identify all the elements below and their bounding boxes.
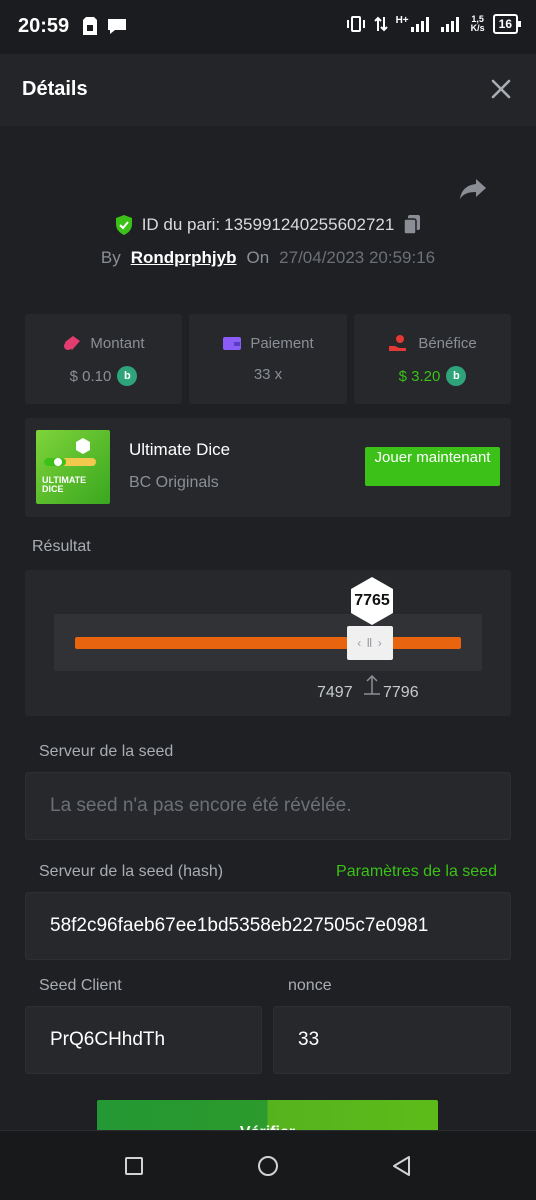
client-seed-label: Seed Client	[39, 977, 122, 994]
game-name: Ultimate Dice	[129, 440, 231, 459]
wallet-icon	[223, 337, 242, 350]
currency-coin-icon: b	[117, 366, 138, 386]
stat-label-profit: Bénéfice	[418, 334, 477, 352]
vibrate-icon	[346, 16, 365, 32]
verified-shield-icon	[115, 215, 132, 235]
network-type: H+	[395, 14, 409, 26]
bet-datetime: 27/04/2023 20:59:16	[279, 248, 436, 267]
game-thumb-text: ULTIMATE DICE	[42, 475, 87, 494]
money-bag-icon	[64, 336, 81, 350]
by-label: By	[100, 248, 121, 267]
client-seed-value: PrQ6CHhdTh	[50, 1029, 166, 1050]
details-header: Détails	[0, 54, 536, 126]
stat-value-payout: 33 x	[253, 366, 283, 383]
client-seed-field[interactable]: PrQ6CHhdTh	[25, 1006, 262, 1074]
server-seed-hash-label: Serveur de la seed (hash)	[39, 863, 224, 880]
close-icon[interactable]	[488, 76, 514, 102]
range-high: 7796	[383, 684, 419, 701]
server-seed-field[interactable]: La seed n'a pas encore été révélée.	[25, 772, 511, 840]
signal-bars-icon	[410, 17, 429, 32]
system-navigation-bar	[0, 1130, 536, 1200]
home-icon[interactable]	[255, 1153, 281, 1179]
range-low: 7497	[317, 684, 353, 701]
server-seed-hash-field[interactable]: 58f2c96faeb67ee1bd5358eb227505c7e0981	[25, 892, 511, 960]
stat-value-amount: $ 0.10	[69, 367, 112, 385]
sim-card-icon	[83, 17, 97, 35]
nonce-value: 33	[298, 1029, 320, 1050]
game-provider: BC Originals	[129, 474, 219, 491]
bet-author-row: By Rondprphjyb On 27/04/2023 20:59:16	[0, 248, 536, 268]
copy-icon[interactable]	[402, 214, 422, 236]
data-transfer-icon	[373, 16, 388, 32]
game-card: ULTIMATE DICE Ultimate Dice BC Originals…	[25, 418, 511, 517]
share-icon[interactable]	[458, 176, 488, 202]
stat-label-amount: Montant	[90, 334, 145, 352]
chat-bubble-icon	[108, 19, 126, 34]
seed-settings-link[interactable]: Paramètres de la seed	[336, 863, 497, 881]
hand-coin-icon	[389, 335, 407, 351]
currency-coin-icon: b	[446, 366, 467, 386]
stat-value-profit: $ 3.20	[398, 367, 441, 385]
game-thumbnail[interactable]: ULTIMATE DICE	[36, 430, 110, 504]
nonce-label: nonce	[288, 977, 332, 994]
bet-details-panel: ID du pari: 135991240255602721 By Rondpr…	[0, 126, 536, 1130]
verify-button[interactable]: Vérifier	[97, 1100, 438, 1130]
play-now-button[interactable]: Jouer maintenant	[365, 447, 500, 486]
page-title: Détails	[22, 78, 88, 100]
status-time: 20:59	[18, 15, 70, 37]
nonce-field[interactable]: 33	[273, 1006, 511, 1074]
status-bar: 20:59 H+ 1,5 K/s 16	[0, 0, 536, 54]
recent-apps-icon[interactable]	[121, 1153, 147, 1179]
battery-indicator: 16	[492, 14, 522, 34]
result-slider-bar	[75, 637, 461, 649]
back-icon[interactable]	[389, 1153, 415, 1179]
server-seed-hash-value: 58f2c96faeb67ee1bd5358eb227505c7e0981	[50, 915, 429, 936]
result-label: Résultat	[32, 538, 91, 555]
bet-id-value: 135991240255602721	[224, 215, 395, 234]
stat-card-amount: Montant $ 0.10 b	[25, 314, 182, 404]
server-seed-label: Serveur de la seed	[39, 743, 174, 760]
stat-card-payout: Paiement 33 x	[189, 314, 347, 404]
stat-label-payout: Paiement	[250, 334, 314, 352]
bet-id-row: ID du pari: 135991240255602721	[0, 214, 536, 236]
result-value: 7765	[354, 592, 390, 609]
signal-bars-icon-2	[440, 17, 459, 32]
username-link[interactable]: Rondprphjyb	[131, 248, 237, 268]
server-seed-placeholder: La seed n'a pas encore été révélée.	[50, 795, 352, 816]
slider-handle[interactable]: ‹ Ⅱ ›	[347, 626, 393, 660]
result-box: 7765 ‹ Ⅱ › 7497 7796	[25, 570, 511, 716]
range-up-arrow-icon	[364, 674, 380, 695]
on-label: On	[246, 248, 270, 267]
network-speed: 1,5 K/s	[470, 14, 485, 33]
bet-id-label: ID du pari:	[141, 215, 221, 234]
stat-card-profit: Bénéfice $ 3.20 b	[354, 314, 511, 404]
